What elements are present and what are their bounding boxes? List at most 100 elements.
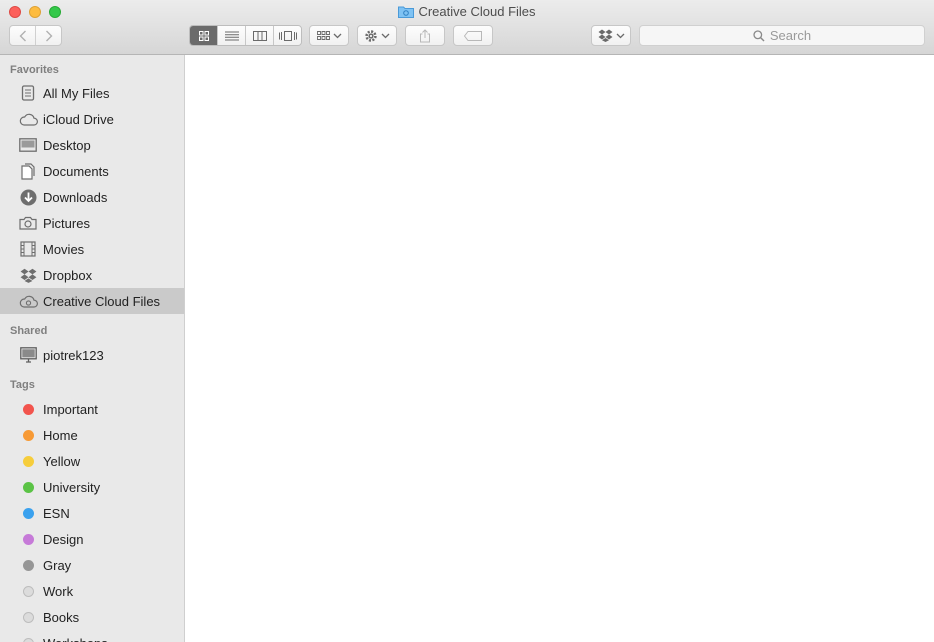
list-icon xyxy=(224,31,239,40)
chevron-down-icon xyxy=(381,33,390,38)
sidebar-section-tags: Tags xyxy=(10,379,35,391)
downloads-icon xyxy=(18,188,38,206)
sidebar-item-label: Pictures xyxy=(43,215,90,231)
window-title: Creative Cloud Files xyxy=(0,4,934,21)
column-view-button[interactable] xyxy=(245,26,273,45)
sidebar-item-movies[interactable]: Movies xyxy=(0,236,184,262)
back-button[interactable] xyxy=(10,26,35,45)
sidebar-item-label: Movies xyxy=(43,241,85,257)
folder-icon xyxy=(398,5,415,21)
tag-color-dot-icon xyxy=(18,556,38,574)
gear-icon xyxy=(365,29,377,42)
search-field[interactable]: Search xyxy=(639,25,925,46)
sidebar-item-documents[interactable]: Documents xyxy=(0,158,184,184)
search-placeholder: Search xyxy=(769,28,812,43)
arrange-grid-icon xyxy=(316,31,330,40)
sidebar-tag-item[interactable]: Home xyxy=(0,422,184,448)
tag-color-dot-icon xyxy=(18,634,38,642)
view-mode-control xyxy=(189,25,302,46)
desktop-icon xyxy=(18,136,38,154)
tag-color-dot-icon xyxy=(18,530,38,548)
tag-color-dot-icon xyxy=(18,582,38,600)
sidebar-item-label: Home xyxy=(43,427,78,443)
sidebar-item-label: Gray xyxy=(43,557,72,573)
grid-icon xyxy=(198,30,209,41)
dropbox-icon xyxy=(18,266,38,284)
sidebar: Favorites All My Files iCloud Drive Desk… xyxy=(0,55,185,642)
file-browser-content[interactable] xyxy=(185,55,934,642)
sidebar-tag-item[interactable]: Design xyxy=(0,526,184,552)
documents-icon xyxy=(18,162,38,180)
sidebar-item-label: piotrek123 xyxy=(43,347,104,363)
sidebar-item-label: Creative Cloud Files xyxy=(43,293,161,309)
dropbox-icon xyxy=(598,29,612,42)
columns-icon xyxy=(252,30,267,41)
sidebar-section-shared: Shared xyxy=(10,325,48,337)
sidebar-item-downloads[interactable]: Downloads xyxy=(0,184,184,210)
title-bar: Creative Cloud Files Search xyxy=(0,0,934,55)
tag-color-dot-icon xyxy=(18,478,38,496)
tag-color-dot-icon xyxy=(18,426,38,444)
list-view-button[interactable] xyxy=(217,26,245,45)
sidebar-item-label: Dropbox xyxy=(43,267,93,283)
sidebar-tag-item[interactable]: Books xyxy=(0,604,184,630)
share-button[interactable] xyxy=(405,25,445,46)
sidebar-tag-item[interactable]: Yellow xyxy=(0,448,184,474)
dropbox-button[interactable] xyxy=(591,25,631,46)
sidebar-item-label: Work xyxy=(43,583,74,599)
chevron-down-icon xyxy=(333,33,341,38)
sidebar-item-label: ESN xyxy=(43,505,70,521)
sidebar-tag-item[interactable]: University xyxy=(0,474,184,500)
all-files-icon xyxy=(18,84,38,102)
sidebar-item-pictures[interactable]: Pictures xyxy=(0,210,184,236)
sidebar-item-label: Design xyxy=(43,531,84,547)
chevron-left-icon xyxy=(19,30,26,41)
cloud-icon xyxy=(18,110,38,128)
tag-color-dot-icon xyxy=(18,504,38,522)
cover-flow-view-button[interactable] xyxy=(273,26,301,45)
sidebar-item-label: Yellow xyxy=(43,453,81,469)
tag-icon xyxy=(464,30,482,41)
sidebar-tag-item[interactable]: Work xyxy=(0,578,184,604)
sidebar-item-label: Workshops xyxy=(43,636,108,642)
search-icon xyxy=(753,29,765,42)
tag-color-dot-icon xyxy=(18,608,38,626)
tag-color-dot-icon xyxy=(18,400,38,418)
sidebar-item-label: University xyxy=(43,479,101,495)
action-button[interactable] xyxy=(357,25,397,46)
sidebar-item-label: iCloud Drive xyxy=(43,111,114,127)
sidebar-tag-item[interactable]: Important xyxy=(0,396,184,422)
film-icon xyxy=(18,240,38,258)
share-icon xyxy=(420,28,430,42)
sidebar-item-label: Important xyxy=(43,401,98,417)
monitor-icon xyxy=(18,346,38,364)
sidebar-section-favorites: Favorites xyxy=(10,64,59,76)
sidebar-item-all-my-files[interactable]: All My Files xyxy=(0,80,184,106)
sidebar-item-label: Books xyxy=(43,609,80,625)
navigation-buttons xyxy=(9,25,62,46)
creative-cloud-icon xyxy=(18,292,38,310)
forward-button[interactable] xyxy=(35,26,61,45)
camera-icon xyxy=(18,214,38,232)
sidebar-item-creative-cloud-files[interactable]: Creative Cloud Files xyxy=(0,288,184,314)
finder-window: Creative Cloud Files Search Favorites Al… xyxy=(0,0,934,642)
chevron-down-icon xyxy=(616,33,624,38)
chevron-right-icon xyxy=(45,30,52,41)
tag-color-dot-icon xyxy=(18,452,38,470)
cover-flow-icon xyxy=(278,30,297,41)
sidebar-tag-item[interactable]: ESN xyxy=(0,500,184,526)
sidebar-item-label: Desktop xyxy=(43,137,91,153)
sidebar-item-dropbox[interactable]: Dropbox xyxy=(0,262,184,288)
sidebar-item-piotrek123[interactable]: piotrek123 xyxy=(0,342,184,368)
arrange-button[interactable] xyxy=(309,25,349,46)
sidebar-tag-item[interactable]: Gray xyxy=(0,552,184,578)
sidebar-item-icloud-drive[interactable]: iCloud Drive xyxy=(0,106,184,132)
sidebar-item-desktop[interactable]: Desktop xyxy=(0,132,184,158)
window-title-text: Creative Cloud Files xyxy=(418,4,536,19)
sidebar-tag-item[interactable]: Workshops xyxy=(0,630,184,642)
sidebar-item-label: All My Files xyxy=(43,85,110,101)
icon-view-button[interactable] xyxy=(190,26,217,45)
sidebar-item-label: Downloads xyxy=(43,189,108,205)
sidebar-item-label: Documents xyxy=(43,163,109,179)
edit-tags-button[interactable] xyxy=(453,25,493,46)
